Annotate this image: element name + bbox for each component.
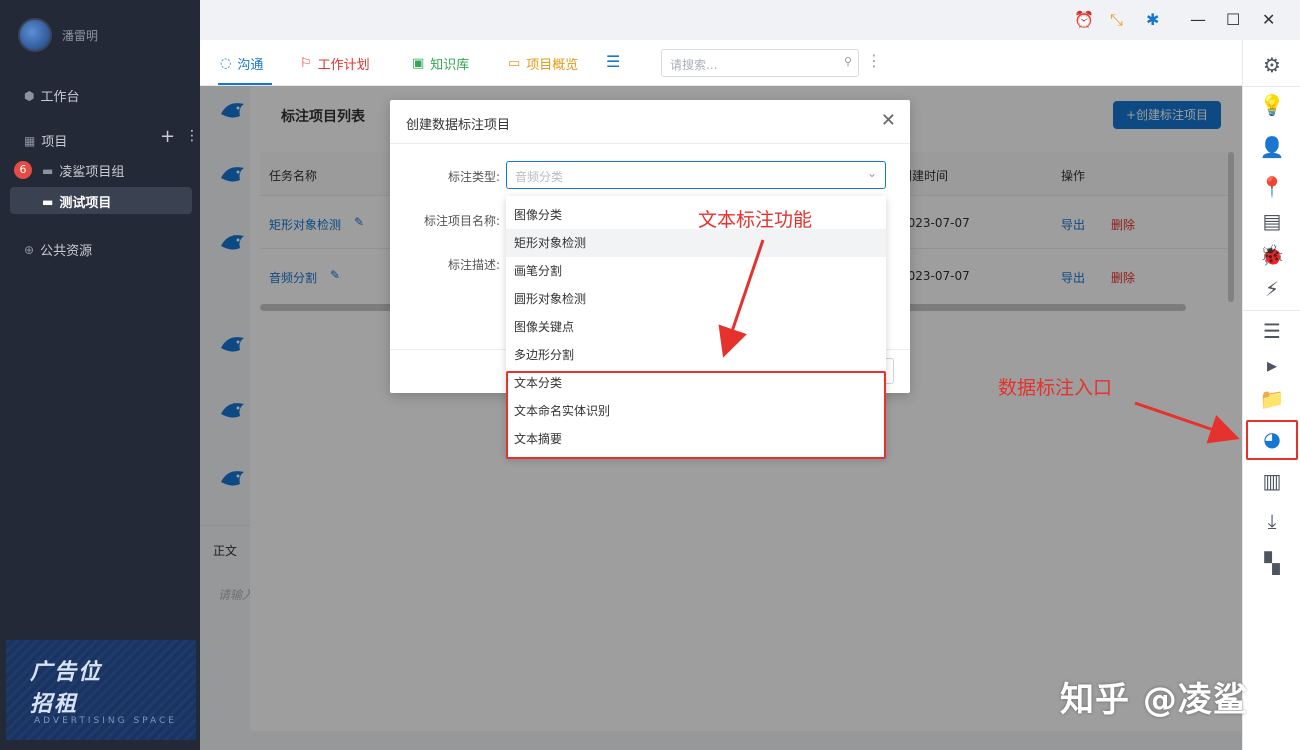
search-input[interactable]: 请搜索... ⚲ <box>661 49 859 77</box>
avatar[interactable] <box>18 18 52 52</box>
grid-icon: ▦ <box>24 133 36 148</box>
settings-icon[interactable]: ⚙ <box>1259 52 1285 78</box>
sidebar-item-projects[interactable]: ▦ 项目 <box>24 131 68 151</box>
document-icon[interactable]: ▤ <box>1259 208 1285 234</box>
option-polygon-segmentation[interactable]: 多边形分割 <box>506 341 886 369</box>
dialog-title: 创建数据标注项目 <box>406 118 511 133</box>
user-profile[interactable]: 潘雷明 <box>18 18 98 52</box>
tab-label: 项目概览 <box>526 58 579 73</box>
sidebar: 潘雷明 ⬢ 工作台 ▦ 项目 + ⋮ 6 ▬ 凌鲨项目组 ▬ 测试项目 ⊕ 公共… <box>0 0 200 750</box>
label-description: 标注描述: <box>447 258 500 272</box>
sidebar-item-label: 公共资源 <box>40 244 93 259</box>
close-icon[interactable]: ✕ <box>881 110 896 131</box>
chat-icon: ◌ <box>220 56 232 71</box>
cube-icon: ⬢ <box>24 88 35 103</box>
sidebar-item-label: 凌鲨项目组 <box>59 165 125 180</box>
right-toolbar: ⚙ 💡 👤 📍 ▤ 🐞 ⚡ ☰ ▸ 📁 ◕ ▥ ⤓ ▚ <box>1242 40 1300 750</box>
folder-icon: ▬ <box>42 163 54 178</box>
sidebar-item-project-group[interactable]: ▬ 凌鲨项目组 <box>42 161 125 181</box>
file-time-icon[interactable]: ▥ <box>1259 468 1285 494</box>
lightbulb-icon[interactable]: 💡 <box>1259 92 1285 118</box>
maximize-icon[interactable]: ☐ <box>1226 10 1240 29</box>
data-annotation-entry-highlight <box>1246 420 1298 460</box>
sidebar-item-label: 项目 <box>41 135 68 150</box>
active-tab-indicator <box>218 83 272 85</box>
tab-knowledge-base[interactable]: ▣ 知识库 <box>412 54 469 73</box>
annotation-entry: 数据标注入口 <box>998 377 1113 399</box>
globe-icon: ⊕ <box>24 242 35 257</box>
ad-line-2: 招租 <box>30 692 79 717</box>
monitor-icon: ▭ <box>508 56 521 71</box>
tab-label: 知识库 <box>430 58 470 73</box>
close-window-icon[interactable]: ✕ <box>1262 10 1275 29</box>
search-placeholder: 请搜索... <box>670 58 718 72</box>
dialog-header: 创建数据标注项目 ✕ <box>390 100 910 144</box>
annotation-type-select[interactable]: 音频分类 ⌄ <box>506 161 886 189</box>
tabs-bar: ◌ 沟通 ⚐ 工作计划 ▣ 知识库 ▭ 项目概览 ☰ 请搜索... ⚲ ⋮ <box>200 40 1242 86</box>
folder-settings-icon[interactable]: 📁 <box>1259 386 1285 412</box>
option-image-keypoint[interactable]: 图像关键点 <box>506 313 886 341</box>
search-icon: ⚲ <box>843 55 852 68</box>
option-circle-detection[interactable]: 圆形对象检测 <box>506 285 886 313</box>
tab-work-plan[interactable]: ⚐ 工作计划 <box>300 54 370 73</box>
flag-icon: ⚐ <box>300 56 312 71</box>
bug-icon[interactable]: 🐞 <box>1259 242 1285 268</box>
label-annotation-type: 标注类型: <box>447 170 500 184</box>
alarm-icon[interactable]: ⏰ <box>1074 10 1094 29</box>
book-icon: ▣ <box>412 56 425 71</box>
apps-icon[interactable]: ▚ <box>1259 550 1285 576</box>
bug-icon[interactable]: ✱ <box>1146 10 1159 29</box>
minimize-icon[interactable]: — <box>1190 10 1206 29</box>
tab-project-overview[interactable]: ▭ 项目概览 <box>508 54 578 73</box>
select-placeholder: 音频分类 <box>515 170 564 184</box>
sidebar-item-public-resources[interactable]: ⊕ 公共资源 <box>24 240 93 260</box>
user-star-icon[interactable]: 👤 <box>1259 134 1285 160</box>
menu-icon[interactable]: ☰ <box>606 52 620 71</box>
rail-divider <box>1243 310 1300 311</box>
collapse-arrows-icon[interactable]: ⤡ <box>1110 10 1123 30</box>
add-project-icon[interactable]: + <box>160 126 175 147</box>
server-icon[interactable]: ☰ <box>1259 318 1285 344</box>
tab-label: 工作计划 <box>317 58 370 73</box>
annotation-text-feature: 文本标注功能 <box>698 209 813 231</box>
folder-icon: ▬ <box>42 194 54 209</box>
sidebar-item-label: 工作台 <box>40 90 80 105</box>
label-project-name: 标注项目名称: <box>423 214 500 228</box>
ad-line-1: 广告位 <box>30 660 103 685</box>
option-rect-detection[interactable]: 矩形对象检测 <box>506 229 886 257</box>
sidebar-item-label: 测试项目 <box>59 196 112 211</box>
tab-label: 沟通 <box>237 58 264 73</box>
watermark: 知乎 @凌鲨 <box>1060 680 1248 720</box>
download-box-icon[interactable]: ⤓ <box>1259 508 1285 534</box>
option-image-classification[interactable]: 图像分类 <box>506 201 886 229</box>
rail-divider <box>1243 86 1300 87</box>
chevron-down-icon: ⌄ <box>866 166 877 180</box>
text-annotation-highlight <box>506 371 886 459</box>
terminal-icon[interactable]: ▸ <box>1259 352 1285 378</box>
ad-line-3: ADVERTISING SPACE <box>34 716 177 726</box>
option-brush-segmentation[interactable]: 画笔分割 <box>506 257 886 285</box>
sidebar-item-workbench[interactable]: ⬢ 工作台 <box>24 86 80 106</box>
user-name: 潘雷明 <box>62 28 99 43</box>
ad-banner[interactable]: 广告位 招租 ADVERTISING SPACE <box>6 640 196 740</box>
title-bar: ⏰ ⤡ ✱ — ☐ ✕ <box>200 0 1300 40</box>
sidebar-item-test-project[interactable]: ▬ 测试项目 <box>42 192 112 212</box>
notification-badge: 6 <box>14 161 32 179</box>
lightning-icon[interactable]: ⚡ <box>1259 276 1285 302</box>
location-icon[interactable]: 📍 <box>1259 174 1285 200</box>
more-vertical-icon[interactable]: ⋮ <box>185 128 199 144</box>
more-vertical-icon[interactable]: ⋮ <box>866 51 882 70</box>
tab-chat[interactable]: ◌ 沟通 <box>220 54 263 73</box>
